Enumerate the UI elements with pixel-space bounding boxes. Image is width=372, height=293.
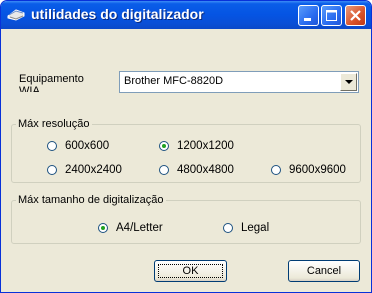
radio-indicator (271, 165, 281, 175)
dropdown-button[interactable] (340, 73, 357, 91)
cancel-button[interactable]: Cancel (288, 260, 360, 282)
radio-indicator-selected (159, 141, 169, 151)
device-sublabel: WIA (19, 85, 40, 92)
radio-600x600[interactable]: 600x600 (47, 140, 109, 152)
maximize-button[interactable] (321, 5, 342, 26)
radio-label: 4800x4800 (177, 164, 234, 176)
ok-button-label: OK (182, 265, 199, 277)
close-button[interactable] (345, 5, 366, 26)
radio-legal[interactable]: Legal (223, 222, 269, 234)
radio-label: 9600x9600 (289, 164, 346, 176)
window-title: utilidades do digitalizador (31, 6, 204, 22)
resolution-legend: Máx resolução (18, 118, 90, 130)
ok-button[interactable]: OK (154, 260, 227, 282)
device-select-value: Brother MFC-8820D (124, 75, 224, 87)
radio-a4-letter[interactable]: A4/Letter (98, 222, 163, 234)
device-label: Equipamento (19, 73, 84, 85)
radio-label: 2400x2400 (65, 164, 122, 176)
radio-indicator-selected (98, 223, 108, 233)
device-select[interactable]: Brother MFC-8820D (119, 71, 359, 93)
radio-4800x4800[interactable]: 4800x4800 (159, 164, 234, 176)
radio-label: 600x600 (65, 140, 110, 152)
radio-indicator (47, 165, 57, 175)
radio-9600x9600[interactable]: 9600x9600 (271, 164, 346, 176)
radio-1200x1200[interactable]: 1200x1200 (159, 140, 234, 152)
dialog-window: utilidades do digitalizador Equipamento … (0, 0, 372, 293)
close-icon (350, 10, 361, 21)
scan-size-legend: Máx tamanho de digitalização (18, 194, 164, 206)
minimize-icon (304, 18, 311, 21)
radio-label: Legal (241, 222, 270, 234)
radio-label: A4/Letter (116, 222, 163, 234)
radio-indicator (223, 223, 233, 233)
radio-label: 1200x1200 (177, 140, 234, 152)
scan-size-group: Máx tamanho de digitalização (11, 194, 361, 244)
radio-indicator (47, 141, 57, 151)
chevron-down-icon (345, 80, 353, 84)
maximize-icon (326, 10, 337, 21)
radio-2400x2400[interactable]: 2400x2400 (47, 164, 122, 176)
minimize-button[interactable] (298, 5, 319, 26)
radio-indicator (159, 165, 169, 175)
title-bar[interactable]: utilidades do digitalizador (1, 1, 371, 29)
scanner-icon (7, 7, 25, 22)
cancel-button-label: Cancel (306, 265, 342, 277)
